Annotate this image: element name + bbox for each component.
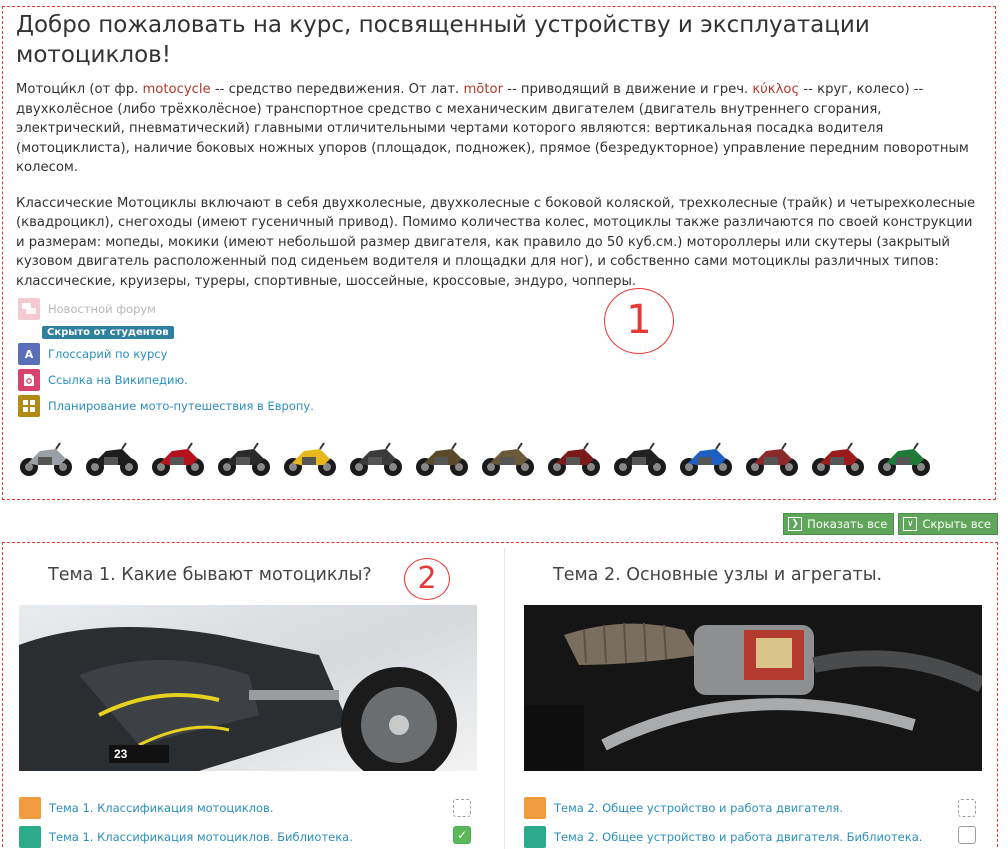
motorcycle-gallery [16,435,976,481]
activity-news-forum-link[interactable]: Новостной форум [48,302,156,316]
hidden-from-students-badge: Скрыто от студентов [42,326,174,339]
motorcycle-thumbnail [16,435,76,479]
planning-icon [18,395,40,417]
term-kyklos: κύκλος [752,82,800,97]
topic-2-image [524,605,982,771]
motorcycle-thumbnail [346,435,406,479]
intro-text: -- средство передвижения. От лат. [210,82,464,97]
term-motor: mōtor [463,82,504,97]
hide-all-button[interactable]: ∨ Скрыть все [898,513,998,535]
topic-2-resource-lesson[interactable]: Тема 2. Общее устройство и работа двигат… [524,797,843,819]
motorcycle-thumbnail [742,435,802,479]
term-motocycle: motocycle [142,82,211,97]
forum-icon [18,298,40,320]
activity-trip-planning[interactable]: Планирование мото-путешествия в Европу. [18,393,618,419]
hide-all-label: Скрыть все [922,517,991,531]
activity-wiki-url[interactable]: Ссылка на Википедию. [18,367,618,393]
topic-1-image: 23 [19,605,477,771]
show-all-button[interactable]: ❯ Показать все [783,513,895,535]
topic-1-resource-library-link[interactable]: Тема 1. Классификация мотоциклов. Библио… [49,830,353,844]
column-divider [504,548,505,849]
topic-1-resource-library[interactable]: Тема 1. Классификация мотоциклов. Библио… [19,826,353,848]
course-title: Добро пожаловать на курс, посвященный ус… [16,12,870,68]
book-icon [19,826,41,848]
topic-1-resource-lesson[interactable]: Тема 1. Классификация мотоциклов. [19,797,273,819]
motorcycle-thumbnail [808,435,868,479]
svg-text:23: 23 [114,747,128,761]
course-intro: Добро пожаловать на курс, посвященный ус… [16,10,984,307]
topic-2-resource-lesson-link[interactable]: Тема 2. Общее устройство и работа двигат… [554,801,843,815]
motorcycle-thumbnail [676,435,736,479]
topic-2-resource-library[interactable]: Тема 2. Общее устройство и работа двигат… [524,826,922,848]
topic-1-resource-lesson-link[interactable]: Тема 1. Классификация мотоциклов. [49,801,273,815]
activity-list: Новостной форум Скрыто от студентов A Гл… [18,296,618,419]
topic-2-resource-library-link[interactable]: Тема 2. Общее устройство и работа двигат… [554,830,922,844]
topic-2-title: Тема 2. Основные узлы и агрегаты. [553,565,883,585]
motorcycle-thumbnail [544,435,604,479]
topic-1-title: Тема 1. Какие бывают мотоциклы? [48,565,372,585]
activity-glossary-link[interactable]: Глоссарий по курсу [48,347,167,361]
completion-checkbox-checked[interactable]: ✓ [453,826,471,844]
annotation-marker-2: 2 [404,558,450,600]
book-icon [524,826,546,848]
activity-wiki-link[interactable]: Ссылка на Википедию. [48,373,188,387]
show-all-label: Показать все [807,517,888,531]
motorcycle-thumbnail [478,435,538,479]
completion-checkbox[interactable] [958,826,976,844]
section-toggle-toolbar: ❯ Показать все ∨ Скрыть все [783,513,998,535]
motorcycle-thumbnail [874,435,934,479]
motorcycle-thumbnail [82,435,142,479]
intro-text: -- приводящий в движение и греч. [503,82,753,97]
motorcycle-thumbnail [412,435,472,479]
completion-checkbox[interactable] [453,799,471,817]
intro-paragraph-2: Классические Мотоциклы включают в себя д… [16,195,976,289]
motorcycle-thumbnail [148,435,208,479]
annotation-marker-1: 1 [604,288,674,354]
motorcycle-thumbnail [610,435,670,479]
motorcycle-thumbnail [214,435,274,479]
glossary-icon: A [18,343,40,365]
chevron-down-icon: ∨ [903,517,918,531]
lesson-icon [19,797,41,819]
intro-text: Мотоци́кл (от фр. [16,82,143,97]
chevron-right-icon: ❯ [788,517,803,531]
activity-news-forum[interactable]: Новостной форум [18,296,618,322]
activity-trip-planning-link[interactable]: Планирование мото-путешествия в Европу. [48,399,314,413]
intro-paragraph-1: Мотоци́кл (от фр. motocycle -- средство … [16,80,984,178]
completion-checkbox[interactable] [958,799,976,817]
activity-glossary[interactable]: A Глоссарий по курсу [18,341,618,367]
motorcycle-thumbnail [280,435,340,479]
lesson-icon [524,797,546,819]
url-icon [18,369,40,391]
